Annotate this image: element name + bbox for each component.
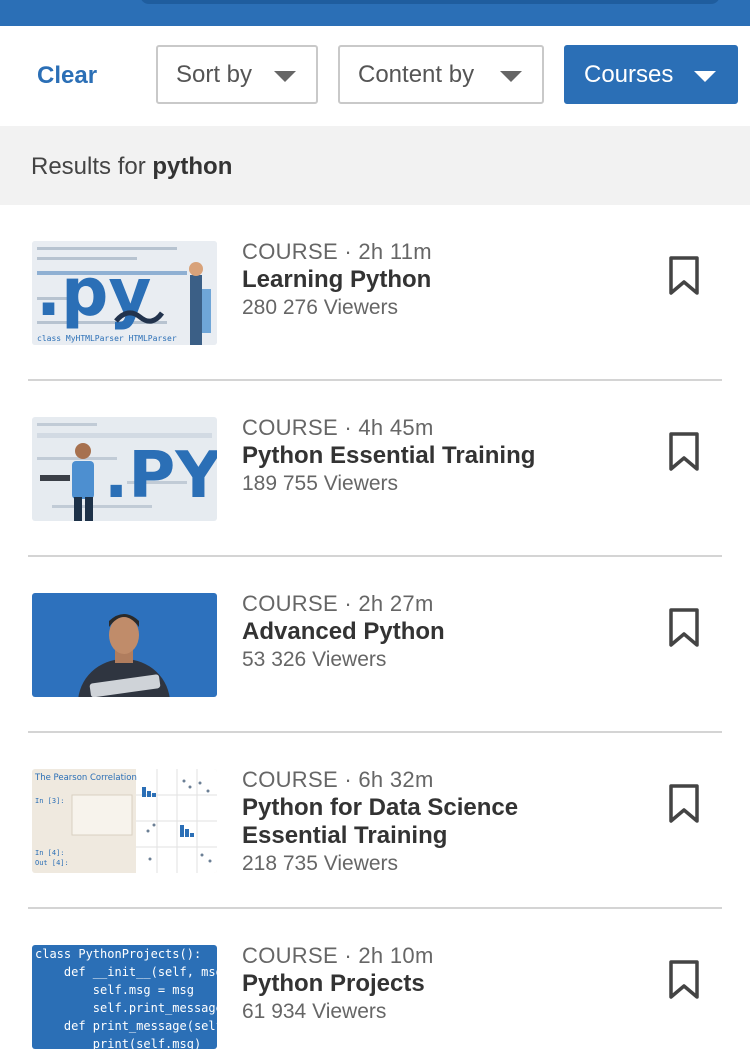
data-science-thumbnail-art: The Pearson Correlation In [3]: In [4]: … (32, 769, 217, 873)
code-line: self.print_message (35, 1001, 217, 1015)
search-bar-edge[interactable] (140, 0, 720, 4)
course-title[interactable]: Python Projects (242, 970, 640, 998)
caret-down-icon (694, 71, 716, 82)
course-thumbnail[interactable] (32, 593, 217, 697)
course-viewers: 218 735 Viewers (242, 852, 399, 875)
course-kind: COURSE (242, 591, 338, 616)
course-duration: 2h 10m (358, 943, 434, 968)
content-by-label: Content by (358, 60, 475, 88)
course-meta: COURSE · 2h 27m Advanced Python 53 326 V… (242, 590, 640, 674)
code-line: class PythonProjects(): (35, 947, 201, 961)
course-kind-line: COURSE · 2h 27m (242, 591, 434, 616)
notebook-prompt: In [3]: (35, 797, 65, 805)
course-viewers: 189 755 Viewers (242, 472, 399, 495)
course-item[interactable]: The Pearson Correlation In [3]: In [4]: … (0, 733, 750, 909)
bookmark-icon[interactable] (668, 431, 700, 473)
filter-bar: Clear Sort by Content by Courses (0, 26, 750, 126)
bookmark-icon[interactable] (668, 607, 700, 649)
course-title[interactable]: Python Essential Training (242, 442, 640, 470)
course-kind-line: COURSE · 6h 32m (242, 767, 434, 792)
bookmark-icon[interactable] (668, 783, 700, 825)
course-meta: COURSE · 6h 32m Python for Data Science E… (242, 766, 640, 878)
course-item[interactable]: class PythonProjects(): def __init__(sel… (0, 909, 750, 1049)
course-viewers: 61 934 Viewers (242, 1000, 387, 1023)
code-line: def __init__(self, msg (35, 965, 217, 979)
course-kind: COURSE (242, 239, 338, 264)
code-line: self.msg = msg (35, 983, 194, 997)
course-title-line: Python for Data Science (242, 794, 519, 821)
course-viewers: 53 326 Viewers (242, 648, 387, 671)
course-kind-line: COURSE · 2h 10m (242, 943, 434, 968)
courses-label: Courses (584, 60, 674, 88)
python-essential-thumbnail-art: .PY (32, 417, 217, 521)
course-meta: COURSE · 4h 45m Python Essential Trainin… (242, 414, 640, 498)
caret-down-icon (500, 71, 522, 82)
course-thumbnail[interactable]: .PY (32, 417, 217, 521)
results-header: Results for python (0, 126, 750, 205)
py-logo-text: .py (36, 254, 151, 331)
course-kind: COURSE (242, 767, 338, 792)
course-duration: 4h 45m (358, 415, 434, 440)
python-projects-thumbnail-art: class PythonProjects(): def __init__(sel… (32, 945, 217, 1049)
course-meta: COURSE · 2h 10m Python Projects 61 934 V… (242, 942, 640, 1026)
results-query: python (152, 153, 233, 180)
course-kind-line: COURSE · 4h 45m (242, 415, 434, 440)
courses-dropdown[interactable]: Courses (564, 45, 738, 104)
results-text: Results for python (31, 153, 232, 181)
course-item[interactable]: .PY COURSE · 4h 45m Python Essential Tra… (0, 381, 750, 557)
course-item[interactable]: COURSE · 2h 27m Advanced Python 53 326 V… (0, 557, 750, 733)
course-title-line: Essential Training (242, 822, 448, 849)
instructor-photo (32, 593, 217, 697)
course-thumbnail[interactable]: The Pearson Correlation In [3]: In [4]: … (32, 769, 217, 873)
course-item[interactable]: .py class MyHTMLParser HTMLParser COURSE… (0, 205, 750, 381)
py-logo-text: .PY (104, 439, 217, 513)
code-line: def print_message(self (35, 1019, 217, 1033)
course-title[interactable]: Learning Python (242, 266, 640, 294)
course-thumbnail[interactable]: class PythonProjects(): def __init__(sel… (32, 945, 217, 1049)
course-kind: COURSE (242, 415, 338, 440)
notebook-prompt: In [4]: (35, 849, 65, 857)
course-duration: 2h 11m (358, 239, 432, 264)
course-duration: 6h 32m (358, 767, 434, 792)
course-thumbnail[interactable]: .py class MyHTMLParser HTMLParser (32, 241, 217, 345)
bookmark-icon[interactable] (668, 959, 700, 1001)
sort-by-dropdown[interactable]: Sort by (156, 45, 318, 104)
learning-python-thumbnail-art: .py class MyHTMLParser HTMLParser (32, 241, 217, 345)
course-kind-line: COURSE · 2h 11m (242, 239, 432, 264)
course-viewers: 280 276 Viewers (242, 296, 399, 319)
top-app-bar (0, 0, 750, 26)
course-duration: 2h 27m (358, 591, 434, 616)
notebook-prompt: Out [4]: (35, 859, 69, 867)
notebook-heading: The Pearson Correlation (34, 773, 137, 783)
sort-by-label: Sort by (176, 60, 253, 88)
clear-button[interactable]: Clear (37, 62, 97, 90)
course-title[interactable]: Advanced Python (242, 618, 640, 646)
caret-down-icon (274, 71, 296, 82)
content-by-dropdown[interactable]: Content by (338, 45, 544, 104)
code-line: print(self.msg) (35, 1037, 201, 1049)
bookmark-icon[interactable] (668, 255, 700, 297)
course-title[interactable]: Python for Data Science Essential Trainin… (242, 794, 640, 850)
results-prefix: Results for (31, 153, 153, 180)
code-line: class MyHTMLParser HTMLParser (37, 334, 177, 343)
course-kind: COURSE (242, 943, 338, 968)
course-meta: COURSE · 2h 11m Learning Python 280 276 … (242, 238, 640, 322)
